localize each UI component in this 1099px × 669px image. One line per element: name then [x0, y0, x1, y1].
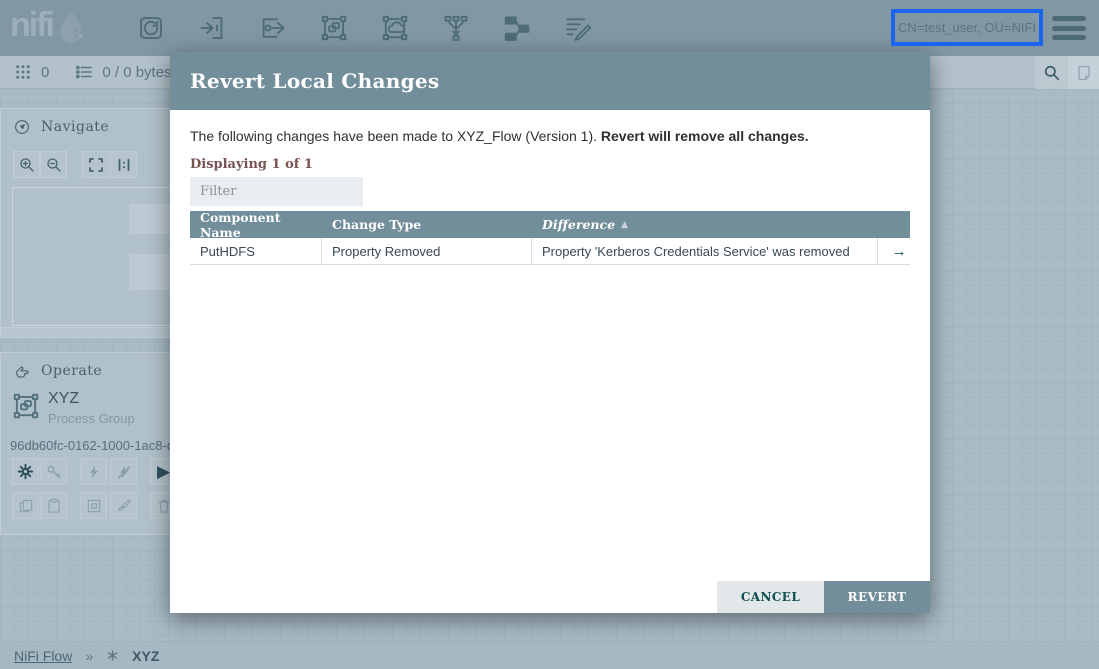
- bulletin-board-button[interactable]: [1068, 56, 1099, 89]
- column-header-difference[interactable]: Difference ▲: [532, 217, 878, 232]
- hand-icon: [13, 362, 31, 380]
- processor-icon[interactable]: [134, 11, 168, 45]
- key-icon: [45, 463, 63, 481]
- copy-button[interactable]: [12, 492, 39, 519]
- configuration-button[interactable]: [12, 458, 39, 485]
- threads-grid-icon: [14, 63, 32, 81]
- table-row: PutHDFS Property Removed Property 'Kerbe…: [190, 238, 910, 265]
- search-icon: [1042, 63, 1061, 82]
- breadcrumb-current: XYZ: [132, 648, 159, 664]
- enable-button[interactable]: [80, 458, 107, 485]
- process-group-icon[interactable]: [317, 11, 351, 45]
- cancel-button[interactable]: CANCEL: [717, 581, 824, 613]
- table-header-row: Component Name Change Type Difference ▲: [190, 211, 910, 238]
- remote-process-group-icon[interactable]: [378, 11, 412, 45]
- global-menu-button[interactable]: [1052, 16, 1086, 45]
- dialog-message: The following changes have been made to …: [190, 128, 910, 144]
- output-port-icon[interactable]: [256, 11, 290, 45]
- sort-ascending-icon: ▲: [621, 220, 628, 230]
- breadcrumb-root-link[interactable]: NiFi Flow: [14, 648, 72, 664]
- zoom-actual-size-button[interactable]: [110, 151, 137, 178]
- current-user-annotation: CN=test_user, OU=NIFI: [891, 9, 1043, 46]
- breadcrumb: NiFi Flow » XYZ: [0, 641, 1099, 669]
- operate-title: Operate: [41, 363, 102, 379]
- label-icon[interactable]: [561, 11, 595, 45]
- locally-modified-asterisk-icon: [106, 649, 119, 662]
- active-thread-count-value: 0: [41, 64, 49, 81]
- column-header-change-type[interactable]: Change Type: [322, 217, 532, 232]
- cell-component-name: PutHDFS: [190, 238, 322, 265]
- color-button[interactable]: [110, 492, 137, 519]
- queued-count: 0 / 0 bytes: [75, 63, 171, 81]
- revert-local-changes-dialog: Revert Local Changes The following chang…: [170, 52, 930, 613]
- input-port-icon[interactable]: [195, 11, 229, 45]
- dialog-message-prefix: The following changes have been made to …: [190, 128, 601, 144]
- selected-component-name: XYZ: [48, 390, 79, 408]
- nifi-droplet-icon: [53, 7, 89, 45]
- breadcrumb-separator: »: [85, 648, 93, 664]
- zoom-in-icon: [18, 156, 36, 174]
- component-toolbar: [134, 11, 595, 45]
- compass-icon: [13, 118, 31, 136]
- selected-process-group-icon: [11, 391, 41, 421]
- dialog-body: The following changes have been made to …: [170, 110, 930, 613]
- queued-count-value: 0 / 0 bytes: [102, 64, 171, 81]
- dialog-message-emphasis: Revert will remove all changes.: [601, 128, 809, 144]
- search-button[interactable]: [1035, 56, 1068, 89]
- access-policies-button[interactable]: [40, 458, 67, 485]
- nifi-logo: nifi: [10, 6, 89, 45]
- go-to-component-button[interactable]: →: [878, 238, 910, 265]
- active-thread-count: 0: [14, 63, 49, 81]
- zoom-out-icon: [45, 156, 63, 174]
- gear-icon: [16, 462, 35, 481]
- nifi-logo-text: nifi: [10, 6, 53, 45]
- zoom-in-button[interactable]: [13, 151, 40, 178]
- column-header-difference-label: Difference: [542, 217, 615, 232]
- queued-list-icon: [75, 63, 93, 81]
- revert-button[interactable]: REVERT: [824, 581, 930, 613]
- cell-change-type: Property Removed: [322, 238, 532, 265]
- zoom-out-button[interactable]: [40, 151, 67, 178]
- actual-size-icon: [115, 156, 133, 174]
- paste-button[interactable]: [40, 492, 67, 519]
- group-button[interactable]: [80, 492, 107, 519]
- play-icon: ▶: [157, 463, 170, 480]
- disable-button[interactable]: [110, 458, 137, 485]
- go-to-arrow-icon: →: [892, 243, 907, 260]
- lightning-icon: [86, 464, 102, 480]
- dialog-title: Revert Local Changes: [190, 69, 439, 93]
- copy-icon: [17, 497, 35, 515]
- navigate-title: Navigate: [41, 119, 109, 135]
- group-icon: [85, 497, 103, 515]
- template-icon[interactable]: [500, 11, 534, 45]
- displaying-count: Displaying 1 of 1: [190, 157, 910, 172]
- fit-view-icon: [87, 156, 105, 174]
- brush-icon: [115, 497, 133, 515]
- current-user-label: CN=test_user, OU=NIFI: [898, 20, 1036, 35]
- document-icon: [1075, 64, 1093, 82]
- selected-component-type: Process Group: [48, 411, 135, 426]
- status-bar-actions: [1035, 56, 1099, 89]
- zoom-fit-button[interactable]: [82, 151, 109, 178]
- column-header-component-name[interactable]: Component Name: [190, 210, 322, 240]
- filter-input[interactable]: [190, 177, 363, 206]
- funnel-icon[interactable]: [439, 11, 473, 45]
- nifi-app: nifi: [0, 0, 1099, 669]
- paste-icon: [45, 497, 63, 515]
- dialog-header: Revert Local Changes: [170, 52, 930, 110]
- dialog-buttons: CANCEL REVERT: [717, 581, 930, 613]
- local-changes-table: Component Name Change Type Difference ▲ …: [190, 211, 910, 265]
- cell-difference: Property 'Kerberos Credentials Service' …: [532, 238, 878, 265]
